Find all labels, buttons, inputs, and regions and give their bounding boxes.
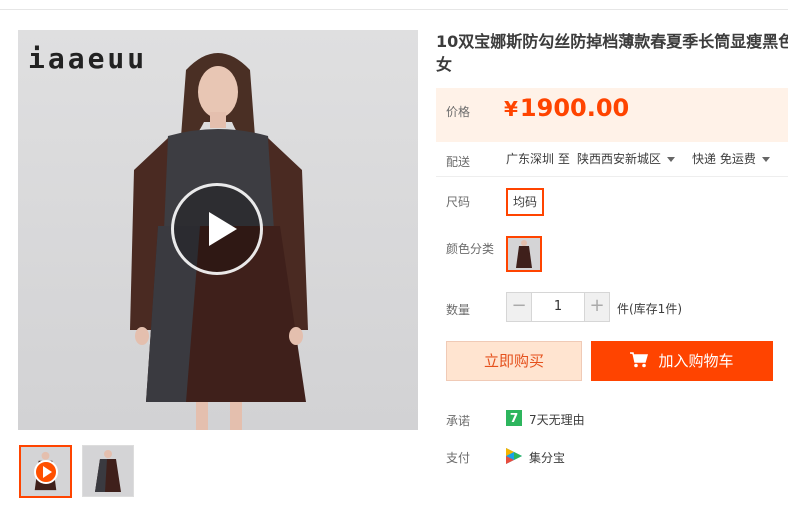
shipping-label: 配送 xyxy=(446,155,471,169)
thumbnail-image xyxy=(83,446,133,496)
stock-text: 件(库存1件) xyxy=(617,302,682,316)
ship-to-text: 陕西西安新城区 xyxy=(577,152,662,166)
color-option[interactable] xyxy=(506,236,542,272)
caret-down-icon xyxy=(761,157,770,162)
price-label: 价格 xyxy=(446,105,471,119)
pay-text[interactable]: 集分宝 xyxy=(529,449,565,466)
promise-label: 承诺 xyxy=(446,414,471,428)
add-to-cart-button[interactable]: 加入购物车 xyxy=(591,341,773,381)
seven-day-icon: 7 xyxy=(506,410,522,426)
thumbnail-video[interactable] xyxy=(19,445,72,498)
currency-symbol: ¥ xyxy=(504,97,518,121)
play-icon xyxy=(34,460,58,484)
quantity-label: 数量 xyxy=(446,303,471,317)
quantity-input[interactable]: 1 xyxy=(532,292,584,322)
price-value: ¥1900.00 xyxy=(504,94,629,122)
size-option[interactable]: 均码 xyxy=(506,188,544,216)
top-divider xyxy=(0,9,788,10)
buy-now-button[interactable]: 立即购买 xyxy=(446,341,582,381)
main-product-image[interactable]: iaaeuu xyxy=(18,30,418,430)
section-divider xyxy=(436,176,788,177)
play-icon[interactable] xyxy=(171,183,263,275)
price-panel: 价格 ¥1900.00 xyxy=(436,88,788,142)
size-label: 尺码 xyxy=(446,195,471,209)
thumbnail-image-2[interactable] xyxy=(82,445,134,497)
cart-icon xyxy=(630,352,649,368)
increase-button[interactable]: + xyxy=(584,292,610,322)
ship-method-dropdown[interactable]: 快递 免运费 xyxy=(692,150,770,167)
brand-logo: iaaeuu xyxy=(28,42,148,75)
add-to-cart-label: 加入购物车 xyxy=(658,352,734,370)
color-label: 颜色分类 xyxy=(446,242,495,256)
price-amount: 1900.00 xyxy=(519,94,630,122)
ship-method-text: 快递 免运费 xyxy=(692,152,756,166)
ship-to-dropdown[interactable]: 陕西西安新城区 xyxy=(577,150,676,167)
product-title: 10双宝娜斯防勾丝防掉档薄款春夏季长筒显瘦黑色女 xyxy=(436,32,788,74)
promise-text[interactable]: 7天无理由 xyxy=(529,411,585,428)
caret-down-icon xyxy=(667,157,676,162)
jifenbao-icon xyxy=(506,448,522,464)
pay-label: 支付 xyxy=(446,451,471,465)
color-swatch-image xyxy=(508,238,540,270)
ship-from: 广东深圳 至 xyxy=(506,152,570,166)
decrease-button[interactable]: − xyxy=(506,292,532,322)
quantity-stepper: − 1 + xyxy=(506,292,610,322)
